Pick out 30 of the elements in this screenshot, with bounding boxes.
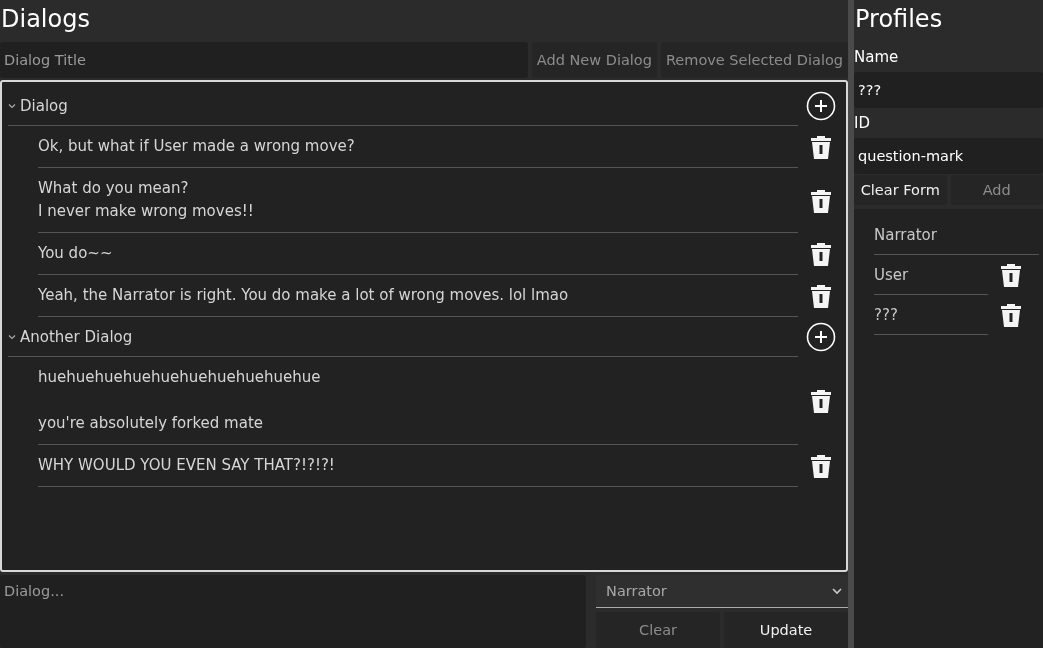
tree-group[interactable]: Another Dialog: [8, 317, 799, 357]
profile-item[interactable]: User: [874, 255, 988, 295]
dialog-line[interactable]: WHY WOULD YOU EVEN SAY THAT?!?!?!: [38, 445, 799, 487]
dialog-line[interactable]: You do~~: [38, 233, 799, 275]
panel-title: Dialogs: [0, 4, 91, 35]
group-title: Dialog: [20, 96, 68, 115]
chevron-icon[interactable]: [8, 101, 16, 110]
chevron-icon[interactable]: [8, 332, 16, 341]
group-title: Another Dialog: [20, 327, 133, 346]
field-label: Name: [854, 47, 900, 68]
profile-item[interactable]: Narrator: [874, 215, 1039, 255]
panel-title: Profiles: [854, 4, 944, 35]
editor-button[interactable]: Update: [724, 612, 849, 648]
form-button[interactable]: Clear Form: [854, 175, 947, 205]
dialog-line[interactable]: Yeah, the Narrator is right. You do make a lot of wrong moves. lol lmao: [38, 275, 799, 317]
profile-item[interactable]: ???: [874, 295, 988, 335]
dialog-line[interactable]: What do you mean? I never make wrong moves!!: [38, 168, 799, 233]
field-label: ID: [854, 113, 871, 134]
name-field[interactable]: ???: [854, 72, 1043, 108]
add-circle-icon[interactable]: [806, 322, 837, 352]
tree-group[interactable]: Dialog: [8, 86, 799, 126]
caret-icon: [832, 587, 843, 595]
dialog-text-field[interactable]: Dialog...: [0, 575, 587, 648]
dropdown-value: Narrator: [606, 583, 667, 599]
dialog-line[interactable]: Ok, but what if User made a wrong move?: [38, 126, 799, 168]
speaker-dropdown[interactable]: Narrator: [596, 575, 849, 608]
dialog-line[interactable]: huehuehuehuehuehuehuehuehuehue you're absolutely forked mate: [38, 357, 799, 445]
dialog-title-field[interactable]: Dialog Title: [0, 42, 528, 78]
id-field[interactable]: question-mark: [854, 138, 1043, 174]
add-circle-icon[interactable]: [806, 91, 837, 121]
